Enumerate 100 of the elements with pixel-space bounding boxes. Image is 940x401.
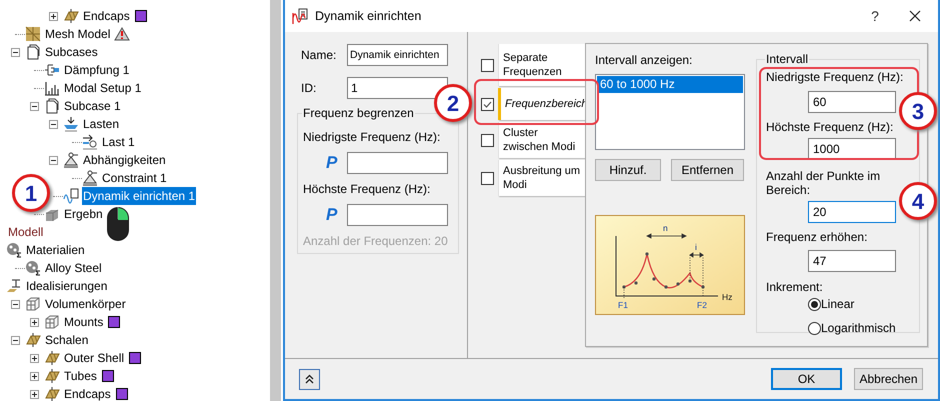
id-field[interactable]: 1	[347, 77, 448, 99]
bar-chart-icon	[44, 80, 60, 96]
cube-icon	[44, 314, 60, 330]
list-label: Intervall anzeigen:	[595, 52, 694, 69]
tree-item[interactable]: Last 1	[101, 133, 136, 151]
document-icon	[25, 44, 41, 60]
field-label: Niedrigste Frequenz (Hz):	[303, 129, 442, 146]
dynamics-icon	[63, 188, 79, 204]
material-icon	[6, 242, 22, 258]
collapse-button[interactable]	[299, 368, 320, 390]
input-field[interactable]: 47	[808, 250, 896, 272]
field-label: Inkrement:	[766, 280, 824, 294]
checkbox[interactable]	[481, 134, 494, 146]
spacing-arrow	[646, 233, 686, 238]
field-label: ID:	[301, 80, 318, 97]
tree-item[interactable]: Dämpfung 1	[63, 61, 130, 79]
support-icon	[63, 152, 79, 168]
support-icon	[82, 170, 98, 186]
field-label: Anzahl der Punkte im Bereich:	[766, 169, 882, 197]
shell-icon	[44, 386, 60, 401]
expand-icon[interactable]	[30, 390, 39, 398]
checkbox[interactable]	[481, 172, 494, 184]
damper-icon	[44, 62, 60, 78]
tab[interactable]: Ausbreitung um Modi	[498, 160, 585, 196]
dialog-button[interactable]: Abbrechen	[854, 368, 923, 390]
expand-icon[interactable]	[30, 354, 39, 362]
shell-icon	[25, 332, 41, 348]
close-button[interactable]	[907, 8, 923, 24]
tree-item[interactable]: Endcaps	[63, 385, 112, 401]
field-label: Frequenz erhöhen:	[766, 230, 868, 244]
tree-item[interactable]: Mounts	[63, 313, 104, 331]
mesh-icon	[25, 26, 41, 42]
help-button[interactable]: ?	[865, 6, 885, 26]
dimension-label: i	[695, 242, 697, 252]
tree-item[interactable]: Subcases	[44, 43, 99, 61]
tree-item[interactable]: Ergebn	[63, 205, 104, 223]
collapse-icon[interactable]	[11, 336, 20, 344]
shell-icon	[63, 8, 79, 24]
checkbox[interactable]	[481, 98, 494, 110]
parameter-icon: P	[326, 150, 347, 176]
axis-label: F2	[697, 300, 707, 310]
input-field[interactable]: 1000	[808, 138, 896, 160]
tree-item[interactable]: Lasten	[82, 115, 120, 133]
tree-item[interactable]: Modal Setup 1	[63, 79, 142, 97]
axis-label: Hz	[722, 292, 732, 302]
list-item[interactable]: 60 to 1000 Hz	[597, 76, 743, 93]
tree-item[interactable]: Tubes	[63, 367, 98, 385]
expand-icon[interactable]	[49, 12, 58, 20]
tab[interactable]: Cluster zwischen Modi	[498, 122, 585, 158]
tab[interactable]: Frequenzbereich	[498, 88, 585, 120]
check-icon	[483, 100, 492, 108]
checkbox[interactable]	[481, 58, 494, 72]
parameter-icon: P	[326, 202, 347, 228]
window-title: Dynamik einrichten	[315, 8, 422, 25]
tree-item[interactable]: Abhängigkeiten	[82, 151, 167, 169]
collapse-icon[interactable]	[11, 48, 20, 56]
collapse-icon[interactable]	[49, 120, 58, 128]
tree-item[interactable]: Volumenkörper	[44, 295, 127, 313]
interval-list[interactable]: 60 to 1000 Hz	[595, 74, 745, 150]
tree-item[interactable]: Mesh Model	[44, 25, 112, 43]
collapse-icon[interactable]	[30, 102, 39, 110]
double-chevron-icon	[305, 374, 314, 384]
radio-option[interactable]: Linear	[808, 296, 919, 312]
field-label: Höchste Frequenz (Hz):	[303, 181, 432, 198]
tree-item[interactable]: Schalen	[44, 331, 90, 349]
action-button[interactable]: Hinzuf.	[595, 159, 661, 181]
name-field[interactable]: Dynamik einrichten	[347, 44, 448, 66]
dialog-button[interactable]: OK	[771, 368, 842, 390]
field-label: Niedrigste Frequenz (Hz):	[766, 70, 904, 84]
radio-option[interactable]: Logarithmisch	[808, 320, 919, 336]
load-icon	[63, 116, 79, 132]
tree-item[interactable]: Endcaps	[82, 7, 131, 25]
group-title: Intervall	[765, 51, 810, 68]
tree-item[interactable]: Materialien	[25, 241, 86, 259]
input-field[interactable]	[347, 152, 448, 174]
status-text: Anzahl der Frequenzen: 20	[303, 233, 449, 250]
document-icon	[44, 98, 60, 114]
action-button[interactable]: Entfernen	[671, 159, 744, 181]
tab[interactable]: Separate Frequenzen	[498, 44, 585, 86]
tree-item[interactable]: Alloy Steel	[44, 259, 103, 277]
cube-icon	[25, 296, 41, 312]
tree-item[interactable]: Constraint 1	[101, 169, 168, 187]
tree-item[interactable]: Subcase 1	[63, 97, 122, 115]
tree-item[interactable]: Idealisierungen	[25, 277, 108, 295]
input-field[interactable]	[347, 204, 448, 226]
axis-label: F1	[618, 300, 628, 310]
increment-arrow	[690, 252, 704, 296]
tree-item[interactable]: Outer Shell	[63, 349, 126, 367]
collapse-icon[interactable]	[49, 156, 58, 164]
input-field[interactable]: 60	[808, 91, 896, 113]
dimension-label: n	[663, 223, 668, 233]
input-field[interactable]: 20	[808, 201, 896, 223]
field-label: Name:	[301, 47, 338, 64]
tree-item[interactable]: Dynamik einrichten 1	[82, 187, 196, 205]
close-icon	[909, 10, 921, 22]
beam-icon	[6, 278, 22, 294]
expand-icon[interactable]	[30, 372, 39, 380]
collapse-icon[interactable]	[11, 300, 20, 308]
group-title: Frequenz begrenzen	[302, 105, 415, 122]
expand-icon[interactable]	[30, 318, 39, 326]
